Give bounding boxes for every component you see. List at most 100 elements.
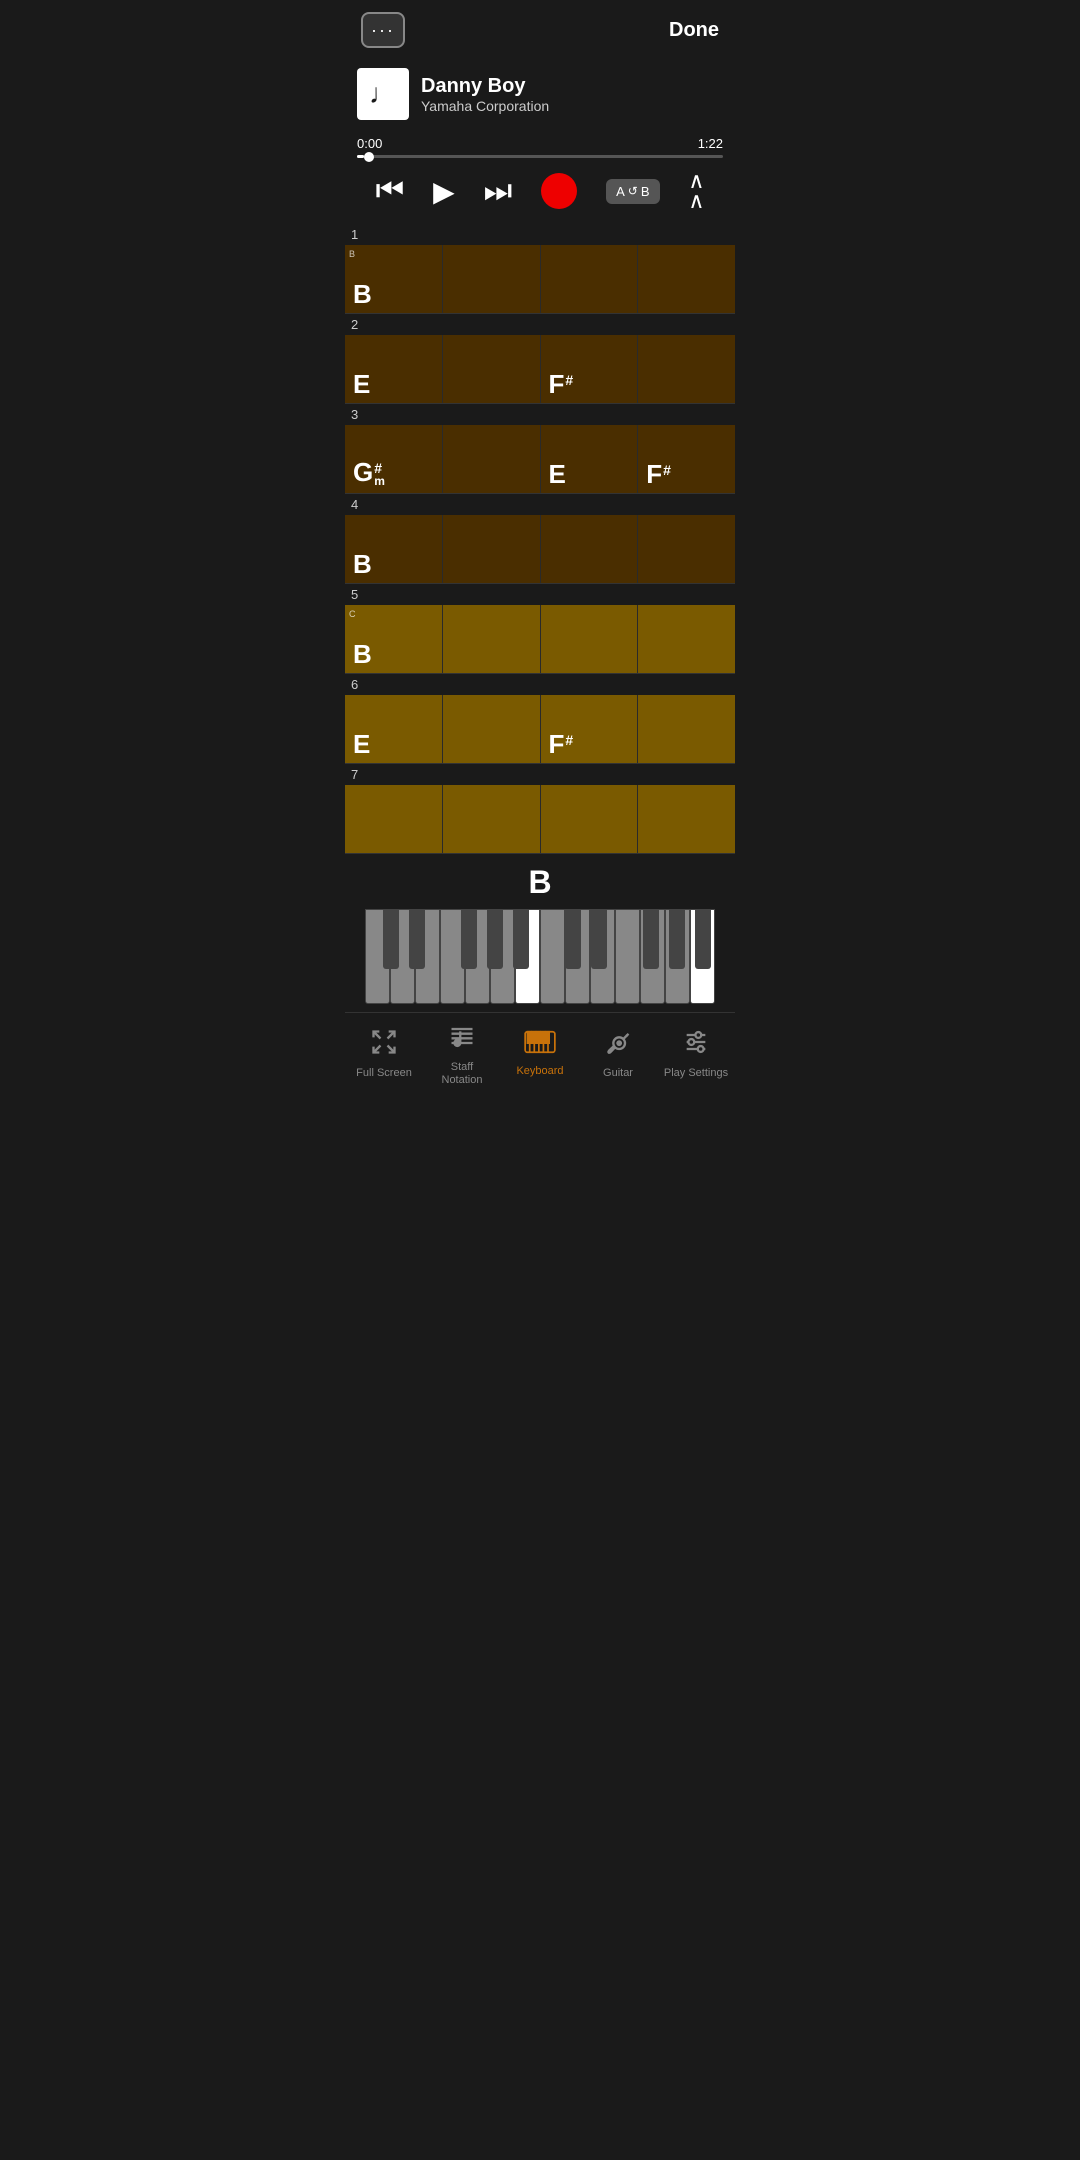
chord-cell[interactable] — [541, 515, 638, 583]
piano-white-key[interactable] — [515, 909, 540, 1004]
rewind-button[interactable] — [375, 172, 404, 210]
measure-row: 7 — [345, 764, 735, 854]
song-thumbnail: ♩ — [357, 68, 409, 120]
chord-cell[interactable]: E — [541, 425, 638, 493]
chord-name: F# — [549, 731, 574, 757]
chevron-up-icon-2: ∧ — [688, 192, 704, 210]
chord-cell[interactable] — [638, 335, 735, 403]
chord-cell[interactable] — [443, 515, 540, 583]
chord-cells: E F# — [345, 335, 735, 403]
chord-cell[interactable]: CB — [345, 605, 442, 673]
chord-cell[interactable]: B — [345, 515, 442, 583]
chord-name: F# — [646, 461, 671, 487]
chord-cells: BB — [345, 245, 735, 313]
chord-cells: B — [345, 515, 735, 583]
playsettings-icon — [682, 1028, 710, 1063]
progress-thumb[interactable] — [364, 152, 374, 162]
measure-number: 2 — [345, 314, 735, 335]
progress-track[interactable] — [357, 155, 723, 158]
chord-cell[interactable] — [638, 605, 735, 673]
measure-row: 1BB — [345, 224, 735, 314]
chord-cell[interactable]: G#m — [345, 425, 442, 493]
measure-number: 5 — [345, 584, 735, 605]
measure-number: 1 — [345, 224, 735, 245]
measure-row: 5CB — [345, 584, 735, 674]
chord-cell[interactable] — [443, 335, 540, 403]
music-note-icon: ♩ — [369, 78, 397, 110]
song-title: Danny Boy — [421, 75, 549, 98]
measure-row: 4B — [345, 494, 735, 584]
chord-cell[interactable] — [541, 245, 638, 313]
piano-white-key[interactable] — [490, 909, 515, 1004]
progress-area[interactable]: 0:00 1:22 — [345, 128, 735, 162]
chord-cell[interactable]: F# — [541, 695, 638, 763]
play-button[interactable] — [433, 175, 455, 208]
chord-cells: G#m E F# — [345, 425, 735, 493]
chord-cell[interactable] — [443, 695, 540, 763]
chord-cell[interactable] — [443, 425, 540, 493]
piano-white-key[interactable] — [665, 909, 690, 1004]
piano-white-key[interactable] — [390, 909, 415, 1004]
menu-icon: ··· — [371, 20, 395, 41]
progress-times: 0:00 1:22 — [357, 136, 723, 151]
measure-row: 3G#mEF# — [345, 404, 735, 494]
staff-label: Staff Notation — [442, 1061, 483, 1087]
fast-forward-button[interactable] — [484, 172, 513, 210]
piano-white-key[interactable] — [540, 909, 565, 1004]
measure-number: 7 — [345, 764, 735, 785]
piano-white-key[interactable] — [590, 909, 615, 1004]
chord-cell[interactable] — [638, 245, 735, 313]
piano-white-key[interactable] — [365, 909, 390, 1004]
tab-fullscreen[interactable]: Full Screen — [345, 1013, 423, 1092]
chord-cell[interactable]: BB — [345, 245, 442, 313]
chord-superscript: # — [663, 463, 671, 477]
page-marker: C — [349, 609, 356, 619]
ab-b-label: B — [641, 184, 650, 199]
chord-cell[interactable] — [541, 785, 638, 853]
chord-name: B — [353, 281, 372, 307]
piano-white-key[interactable] — [440, 909, 465, 1004]
chord-cell[interactable] — [443, 785, 540, 853]
piano-white-key[interactable] — [690, 909, 715, 1004]
done-button[interactable]: Done — [669, 19, 719, 42]
chord-cells: CB — [345, 605, 735, 673]
fullscreen-label: Full Screen — [356, 1067, 412, 1080]
piano-white-key[interactable] — [465, 909, 490, 1004]
chord-cell[interactable]: E — [345, 695, 442, 763]
tab-guitar[interactable]: Guitar — [579, 1013, 657, 1092]
chord-cell[interactable]: F# — [541, 335, 638, 403]
chord-name: E — [353, 731, 370, 757]
guitar-icon — [604, 1028, 632, 1063]
chord-grid: 1BB2EF#3G#mEF#4B5CB6EF#7 — [345, 224, 735, 854]
chord-cell[interactable]: E — [345, 335, 442, 403]
chord-cell[interactable] — [443, 605, 540, 673]
song-text: Danny Boy Yamaha Corporation — [421, 75, 549, 114]
tab-staff[interactable]: Staff Notation — [423, 1013, 501, 1092]
staff-icon — [448, 1022, 476, 1057]
chord-superscript: # — [374, 461, 385, 475]
chord-cell[interactable] — [541, 605, 638, 673]
piano-white-key[interactable] — [565, 909, 590, 1004]
chord-cell[interactable] — [443, 245, 540, 313]
piano-white-key[interactable] — [415, 909, 440, 1004]
measure-number: 4 — [345, 494, 735, 515]
chord-name: F# — [549, 371, 574, 397]
chord-cell[interactable] — [638, 695, 735, 763]
measure-row: 2 E F# — [345, 314, 735, 404]
scroll-up-button[interactable]: ∧ ∧ — [688, 172, 704, 209]
ab-loop-button[interactable]: A ↺ B — [606, 179, 659, 204]
chord-cell[interactable]: F# — [638, 425, 735, 493]
record-button[interactable] — [541, 173, 577, 209]
current-time: 0:00 — [357, 136, 382, 151]
menu-button[interactable]: ··· — [361, 12, 405, 48]
chord-name: E — [353, 371, 370, 397]
page-marker: B — [349, 249, 355, 259]
piano-white-key[interactable] — [615, 909, 640, 1004]
tab-playsettings[interactable]: Play Settings — [657, 1013, 735, 1092]
piano-display — [345, 909, 735, 1004]
chord-cell[interactable] — [345, 785, 442, 853]
tab-keyboard[interactable]: Keyboard — [501, 1013, 579, 1092]
chord-cell[interactable] — [638, 515, 735, 583]
chord-cell[interactable] — [638, 785, 735, 853]
piano-white-key[interactable] — [640, 909, 665, 1004]
